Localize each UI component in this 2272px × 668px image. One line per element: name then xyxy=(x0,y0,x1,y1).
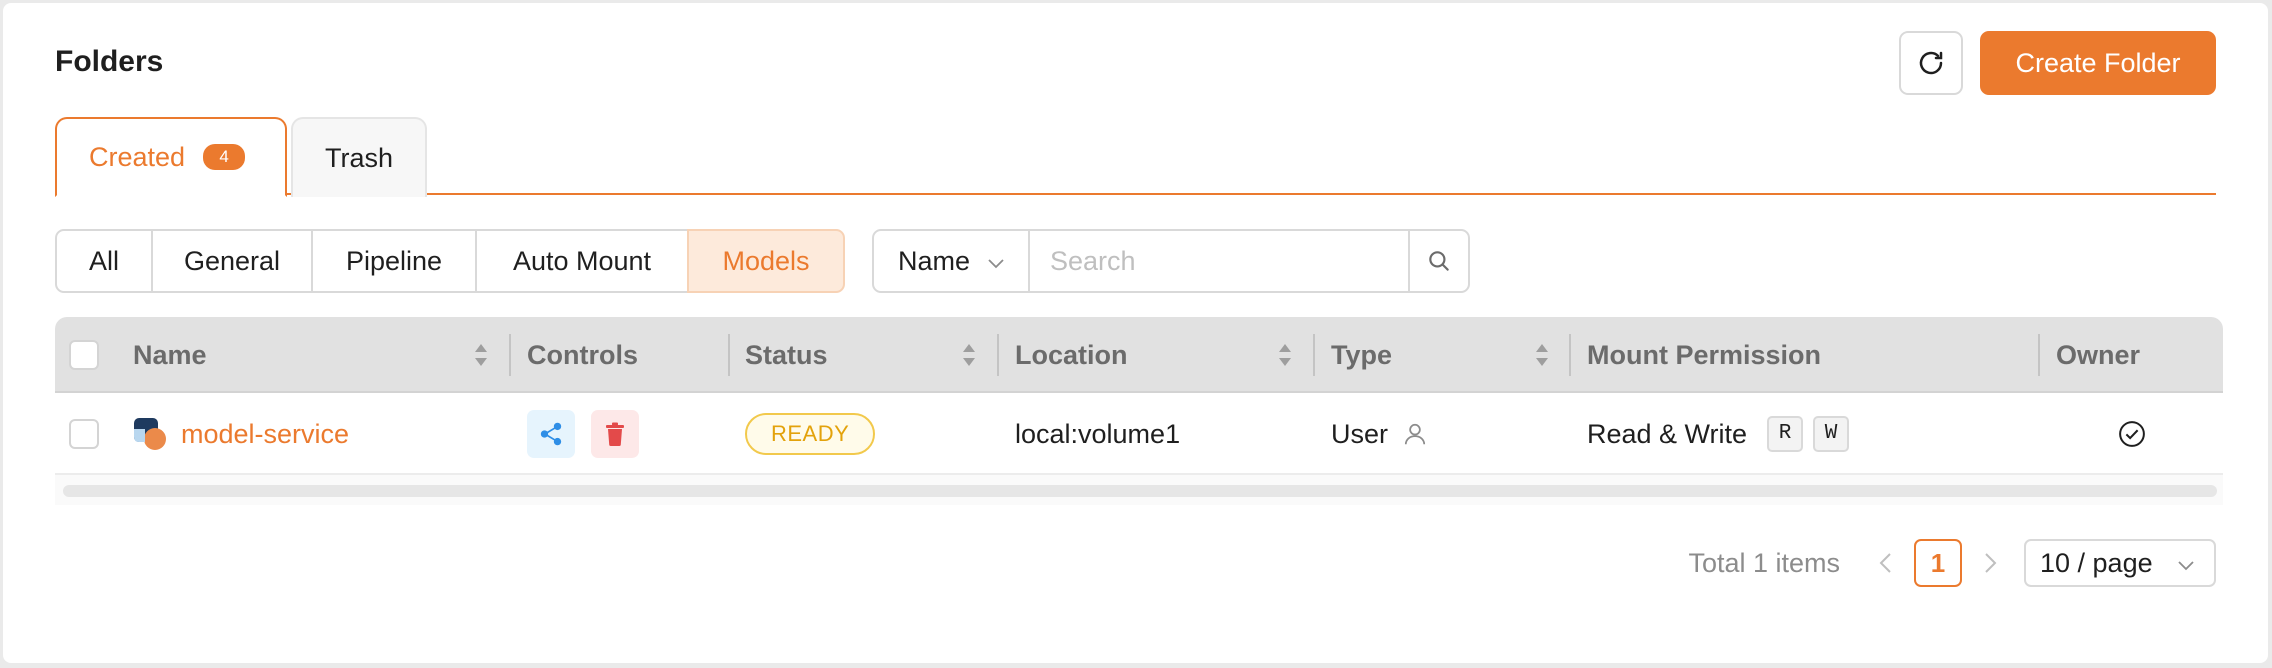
filter-auto-mount[interactable]: Auto Mount xyxy=(475,229,689,293)
table-header: Name Controls Status Location Type Mount… xyxy=(55,317,2223,393)
filter-pipeline[interactable]: Pipeline xyxy=(311,229,477,293)
create-folder-button[interactable]: Create Folder xyxy=(1980,31,2216,95)
page-size-value: 10 / page xyxy=(2040,547,2153,578)
table-row: model-service READY local:volume1 User R… xyxy=(55,393,2223,475)
permission-value: Read & Write xyxy=(1587,418,1748,449)
sort-icon[interactable] xyxy=(1534,341,1550,369)
prev-page-button[interactable] xyxy=(1870,543,1902,583)
chevron-left-icon xyxy=(1879,553,1891,573)
sort-icon[interactable] xyxy=(1277,341,1293,369)
search-field-select[interactable]: Name xyxy=(872,229,1030,293)
tab-label: Trash xyxy=(325,142,394,173)
chevron-right-icon xyxy=(1985,553,1997,573)
refresh-icon xyxy=(1919,51,1943,75)
header: Folders Create Folder xyxy=(55,31,2216,95)
tab-label: Created xyxy=(89,141,186,172)
column-name[interactable]: Name xyxy=(133,317,207,393)
page-title: Folders xyxy=(55,45,164,78)
column-status[interactable]: Status xyxy=(745,317,828,393)
column-controls: Controls xyxy=(527,339,638,370)
search-icon xyxy=(1429,251,1449,271)
scrollbar-thumb[interactable] xyxy=(63,485,2217,497)
sort-icon[interactable] xyxy=(473,341,489,369)
column-type[interactable]: Type xyxy=(1331,317,1392,393)
refresh-button[interactable] xyxy=(1899,31,1963,95)
write-permission-key: W xyxy=(1813,416,1850,452)
total-items: Total 1 items xyxy=(1688,547,1840,578)
location-cell: local:volume1 xyxy=(1015,418,1181,449)
page-number[interactable]: 1 xyxy=(1914,539,1962,587)
search-group: Name xyxy=(872,229,1470,293)
page-size-select[interactable]: 10 / page xyxy=(2024,539,2216,587)
search-field-value: Name xyxy=(898,245,971,276)
column-mount-permission: Mount Permission xyxy=(1587,339,1822,370)
select-all-checkbox[interactable] xyxy=(69,340,99,370)
check-circle-icon xyxy=(2119,421,2145,447)
search-input[interactable] xyxy=(1030,229,1410,293)
column-location[interactable]: Location xyxy=(1015,317,1128,393)
share-button[interactable] xyxy=(527,410,575,458)
chevron-down-icon xyxy=(2178,561,2194,571)
tab-created[interactable]: Created 4 xyxy=(55,117,287,197)
filter-general[interactable]: General xyxy=(151,229,313,293)
search-button[interactable] xyxy=(1408,229,1470,293)
status-badge: READY xyxy=(745,413,876,455)
folders-card: Folders Create Folder Created 4 Trash Al… xyxy=(3,3,2268,663)
type-filter: All General Pipeline Auto Mount Models xyxy=(55,229,845,293)
folder-name-link[interactable]: model-service xyxy=(181,419,349,450)
horizontal-scrollbar xyxy=(55,475,2223,505)
column-owner: Owner xyxy=(2056,339,2141,370)
folders-table: Name Controls Status Location Type Mount… xyxy=(55,317,2223,505)
type-value: User xyxy=(1331,418,1389,449)
filter-models[interactable]: Models xyxy=(687,229,845,293)
delete-button[interactable] xyxy=(591,410,639,458)
row-checkbox[interactable] xyxy=(69,419,99,449)
tab-trash[interactable]: Trash xyxy=(291,117,427,197)
share-icon xyxy=(540,422,562,446)
next-page-button[interactable] xyxy=(1974,543,2006,583)
sort-icon[interactable] xyxy=(961,341,977,369)
folder-tabs: Created 4 Trash xyxy=(55,117,2216,197)
chevron-down-icon xyxy=(988,259,1004,269)
count-badge: 4 xyxy=(203,144,246,170)
trash-icon xyxy=(606,422,624,446)
read-permission-key: R xyxy=(1767,416,1804,452)
model-folder-icon xyxy=(134,418,166,450)
filter-all[interactable]: All xyxy=(55,229,153,293)
pagination: Total 1 items 1 10 / page xyxy=(1688,539,2216,587)
user-icon xyxy=(1404,423,1426,445)
